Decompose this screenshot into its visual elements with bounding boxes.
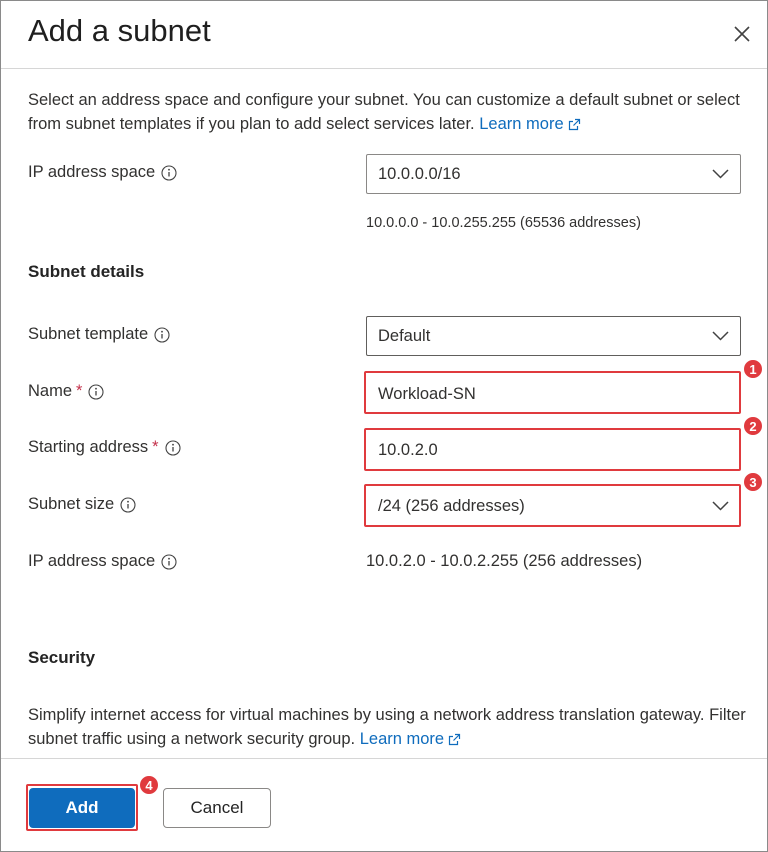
callout-badge-4: 4 — [138, 774, 160, 796]
name-value: Workload-SN — [378, 384, 476, 403]
intro-text: Select an address space and configure yo… — [28, 91, 740, 133]
subnet-ip-range-text: 10.0.2.0 - 10.0.2.255 (256 addresses) — [366, 552, 643, 570]
subnet-template-label: Subnet template — [28, 325, 170, 344]
info-icon[interactable] — [154, 326, 170, 343]
security-heading: Security — [28, 648, 96, 667]
ip-address-space-label: IP address space — [28, 163, 177, 182]
ip-range-text: 10.0.0.0 - 10.0.255.255 (65536 addresses… — [366, 215, 641, 231]
add-subnet-panel: Add a subnet Select an address space and… — [0, 0, 768, 852]
subnet-size-dropdown[interactable]: /24 (256 addresses) — [366, 486, 741, 526]
chevron-down-icon — [712, 169, 729, 179]
subnet-template-value: Default — [378, 326, 431, 345]
subnet-size-label: Subnet size — [28, 495, 136, 514]
required-asterisk: * — [152, 438, 159, 456]
chevron-down-icon — [712, 501, 729, 511]
learn-more-link[interactable]: Learn more — [479, 115, 580, 133]
chevron-down-icon — [712, 331, 729, 341]
required-asterisk: * — [76, 382, 83, 400]
add-button[interactable]: Add — [29, 788, 135, 828]
intro-description: Select an address space and configure yo… — [28, 88, 748, 136]
header-divider — [1, 68, 767, 69]
security-learn-more-link[interactable]: Learn more — [360, 730, 461, 748]
security-description: Simplify internet access for virtual mac… — [28, 703, 748, 751]
panel-title: Add a subnet — [28, 13, 211, 48]
starting-address-label: Starting address * — [28, 438, 181, 457]
ip-address-space-dropdown[interactable]: 10.0.0.0/16 — [366, 154, 741, 194]
callout-badge-1: 1 — [742, 358, 764, 380]
cancel-button[interactable]: Cancel — [163, 788, 271, 828]
subnet-ip-address-space-label: IP address space — [28, 552, 177, 571]
info-icon[interactable] — [161, 164, 177, 181]
ip-address-space-value: 10.0.0.0/16 — [378, 164, 461, 183]
info-icon[interactable] — [120, 496, 136, 513]
close-icon — [734, 26, 750, 42]
name-label: Name * — [28, 382, 104, 401]
callout-badge-2: 2 — [742, 415, 764, 437]
subnet-template-dropdown[interactable]: Default — [366, 316, 741, 356]
external-link-icon — [449, 733, 461, 746]
starting-address-value: 10.0.2.0 — [378, 440, 438, 459]
info-icon[interactable] — [161, 553, 177, 570]
info-icon[interactable] — [88, 383, 104, 400]
callout-badge-3: 3 — [742, 471, 764, 493]
close-button[interactable] — [729, 21, 755, 47]
info-icon[interactable] — [165, 439, 181, 456]
name-input[interactable]: Workload-SN — [366, 374, 741, 414]
footer-divider — [1, 758, 767, 759]
subnet-details-heading: Subnet details — [28, 262, 145, 281]
starting-address-input[interactable]: 10.0.2.0 — [366, 430, 741, 470]
subnet-size-value: /24 (256 addresses) — [378, 496, 525, 515]
external-link-icon — [568, 118, 580, 131]
